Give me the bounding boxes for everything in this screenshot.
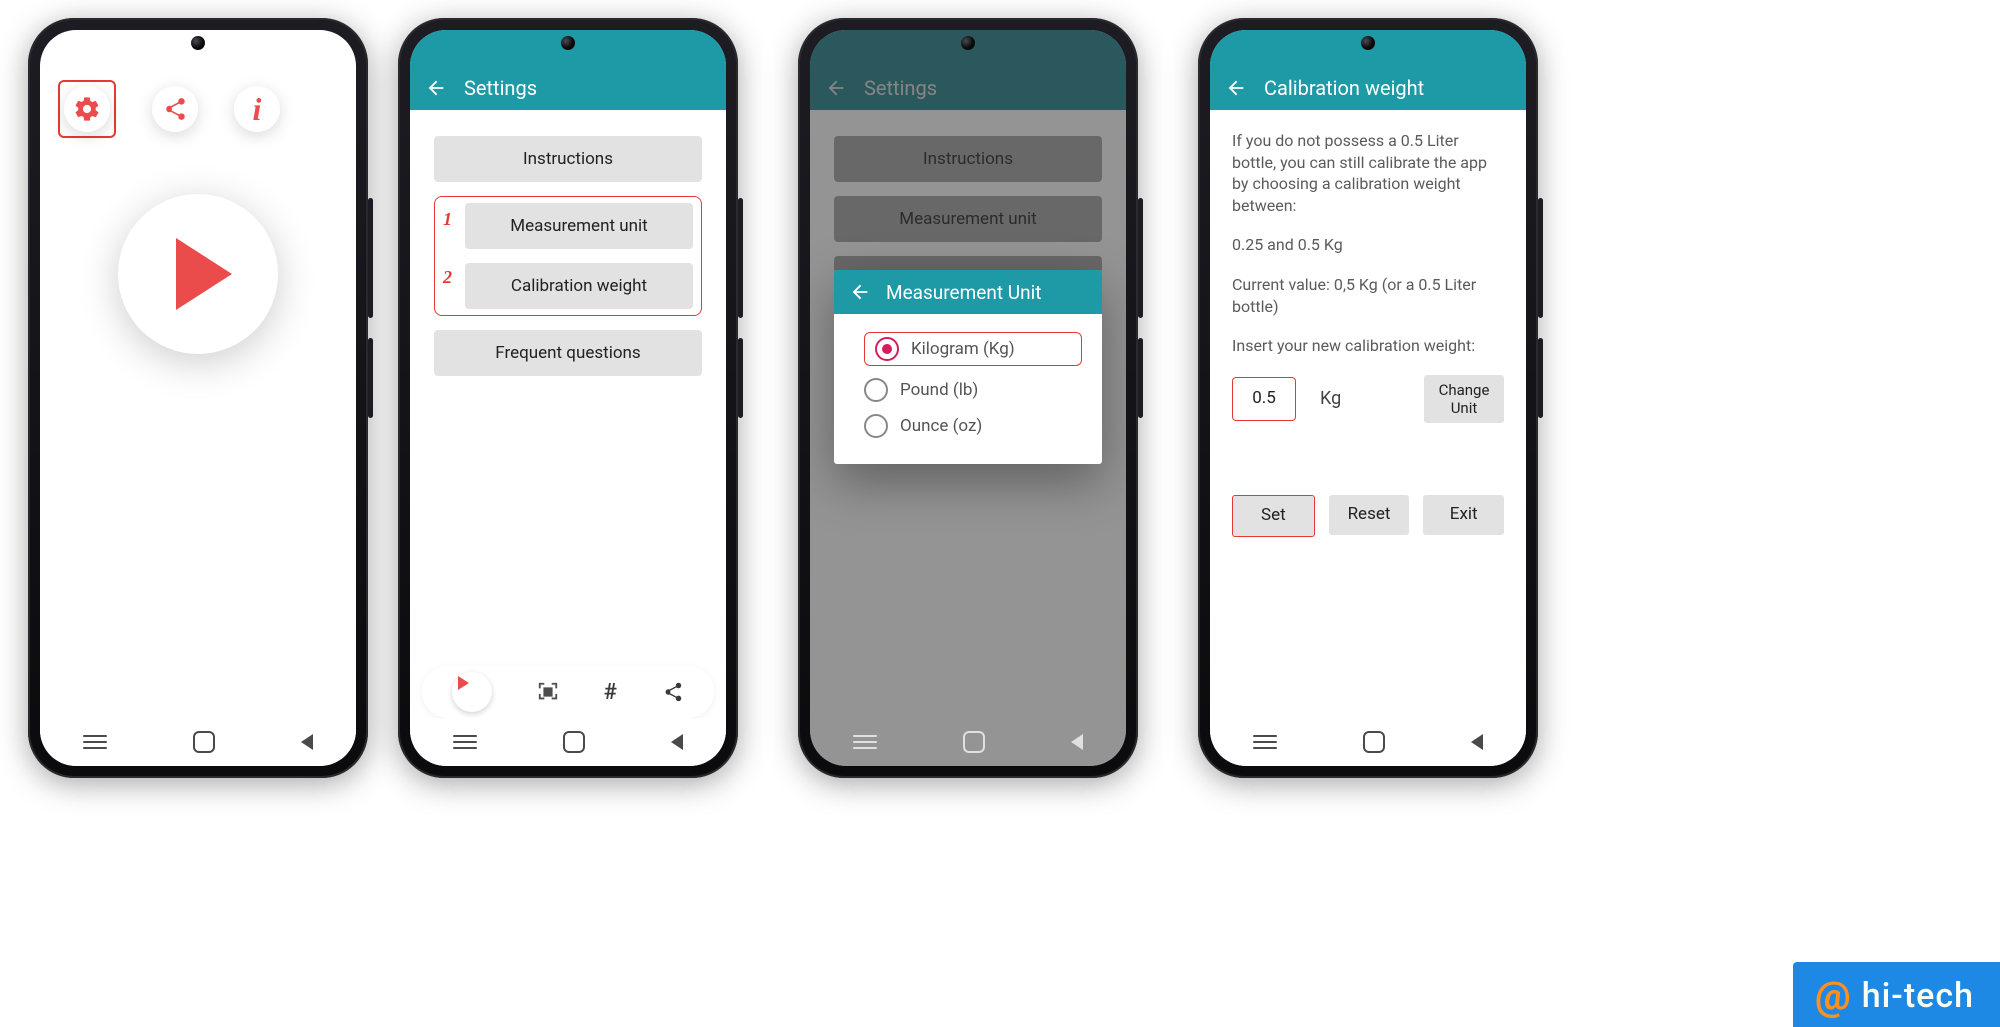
- power-button: [1138, 338, 1143, 418]
- back-button[interactable]: [1471, 734, 1483, 750]
- radio-icon: [864, 378, 888, 402]
- dialog-title-bar: Measurement Unit: [834, 270, 1102, 314]
- radio-selected-icon: [875, 337, 899, 361]
- front-camera: [961, 36, 975, 50]
- watermark-text: hi-tech: [1862, 976, 1974, 1016]
- unit-label: Kg: [1320, 387, 1341, 411]
- back-button[interactable]: [1071, 734, 1083, 750]
- play-icon: [176, 238, 232, 310]
- home-button[interactable]: [193, 731, 215, 753]
- back-arrow-button[interactable]: [1224, 76, 1248, 100]
- android-navbar: [40, 718, 356, 766]
- annotation-1: 1: [443, 209, 452, 230]
- page-title: Calibration weight: [1264, 76, 1424, 100]
- volume-button: [1538, 198, 1543, 318]
- faq-button[interactable]: Frequent questions: [434, 330, 702, 376]
- recent-apps-button[interactable]: [1253, 735, 1277, 749]
- calibration-weight-button[interactable]: Calibration weight: [465, 263, 693, 309]
- phone-1: i: [28, 18, 368, 778]
- info-icon: i: [253, 93, 262, 125]
- change-unit-button[interactable]: Change Unit: [1424, 375, 1504, 423]
- info-button[interactable]: i: [234, 86, 280, 132]
- bottom-dock: #: [422, 666, 714, 718]
- unit-option-kg[interactable]: Kilogram (Kg): [875, 337, 1015, 361]
- volume-button: [1138, 198, 1143, 318]
- instructions-button[interactable]: Instructions: [434, 136, 702, 182]
- dialog-back-button[interactable]: [848, 280, 872, 304]
- power-button: [1538, 338, 1543, 418]
- measurement-unit-button[interactable]: Measurement unit: [465, 203, 693, 249]
- volume-button: [738, 198, 743, 318]
- unit-option-lb[interactable]: Pound (lb): [864, 378, 1082, 402]
- android-navbar: [410, 718, 726, 766]
- share-icon: [162, 96, 188, 122]
- settings-list: Instructions 1 2 Measurement unit Calibr…: [410, 110, 726, 376]
- play-button[interactable]: [118, 194, 278, 354]
- screen: Calibration weight If you do not possess…: [1210, 30, 1526, 766]
- share-button[interactable]: [152, 86, 198, 132]
- highlight-selected-unit: Kilogram (Kg): [864, 332, 1082, 366]
- front-camera: [191, 36, 205, 50]
- front-camera: [1361, 36, 1375, 50]
- calibration-input-row: 0.5 Kg Change Unit: [1232, 375, 1504, 423]
- home-button[interactable]: [963, 731, 985, 753]
- unit-label: Kilogram (Kg): [911, 339, 1015, 359]
- unit-label: Ounce (oz): [900, 416, 982, 436]
- recent-apps-button[interactable]: [83, 735, 107, 749]
- measurement-unit-dialog: Measurement Unit Kilogram (Kg) Pound (lb…: [834, 270, 1102, 464]
- watermark-at: @: [1815, 972, 1852, 1019]
- phone-2: Settings Instructions 1 2 Measurement un…: [398, 18, 738, 778]
- watermark: @ hi-tech: [1793, 962, 2000, 1027]
- action-buttons: Set Reset Exit: [1232, 495, 1504, 537]
- hash-icon[interactable]: #: [604, 680, 617, 705]
- power-button: [738, 338, 743, 418]
- back-button[interactable]: [301, 734, 313, 750]
- screenshot-collage: i Settings: [0, 0, 2000, 1027]
- page-title: Settings: [464, 76, 537, 100]
- scan-icon[interactable]: [537, 681, 559, 703]
- front-camera: [561, 36, 575, 50]
- settings-button[interactable]: [64, 86, 110, 132]
- phone-4: Calibration weight If you do not possess…: [1198, 18, 1538, 778]
- dock-app-icon[interactable]: [452, 672, 492, 712]
- set-button[interactable]: Set: [1232, 495, 1315, 537]
- phone-3: Settings Instructions Measurement unit C…: [798, 18, 1138, 778]
- annotation-2: 2: [443, 267, 452, 288]
- back-arrow-button[interactable]: [424, 76, 448, 100]
- screen: Settings Instructions Measurement unit C…: [810, 30, 1126, 766]
- calibration-range: 0.25 and 0.5 Kg: [1232, 234, 1504, 256]
- calibration-weight-input[interactable]: 0.5: [1232, 377, 1296, 421]
- app-bar: Settings: [410, 66, 726, 110]
- android-navbar: [1210, 718, 1526, 766]
- dialog-title: Measurement Unit: [886, 281, 1041, 304]
- top-icon-row: i: [40, 66, 356, 144]
- screen: Settings Instructions 1 2 Measurement un…: [410, 30, 726, 766]
- highlight-settings: [58, 80, 116, 138]
- android-navbar: [810, 718, 1126, 766]
- power-button: [368, 338, 373, 418]
- exit-button[interactable]: Exit: [1423, 495, 1504, 535]
- play-small-icon: [458, 676, 469, 690]
- unit-option-oz[interactable]: Ounce (oz): [864, 414, 1082, 438]
- unit-label: Pound (lb): [900, 380, 978, 400]
- back-button[interactable]: [671, 734, 683, 750]
- calibration-current: Current value: 0,5 Kg (or a 0.5 Liter bo…: [1232, 274, 1504, 317]
- calibration-body: If you do not possess a 0.5 Liter bottle…: [1210, 110, 1526, 537]
- home-button[interactable]: [563, 731, 585, 753]
- home-button[interactable]: [1363, 731, 1385, 753]
- recent-apps-button[interactable]: [453, 735, 477, 749]
- reset-button[interactable]: Reset: [1329, 495, 1410, 535]
- radio-icon: [864, 414, 888, 438]
- play-area: [40, 194, 356, 354]
- recent-apps-button[interactable]: [853, 735, 877, 749]
- screen: i: [40, 30, 356, 766]
- unit-options: Kilogram (Kg) Pound (lb) Ounce (oz): [834, 314, 1102, 464]
- app-bar: Calibration weight: [1210, 66, 1526, 110]
- calibration-prompt: Insert your new calibration weight:: [1232, 335, 1504, 357]
- highlight-group: 1 2 Measurement unit Calibration weight: [434, 196, 702, 316]
- share-icon[interactable]: [662, 681, 684, 703]
- calibration-intro: If you do not possess a 0.5 Liter bottle…: [1232, 130, 1504, 216]
- volume-button: [368, 198, 373, 318]
- gear-icon: [73, 95, 101, 123]
